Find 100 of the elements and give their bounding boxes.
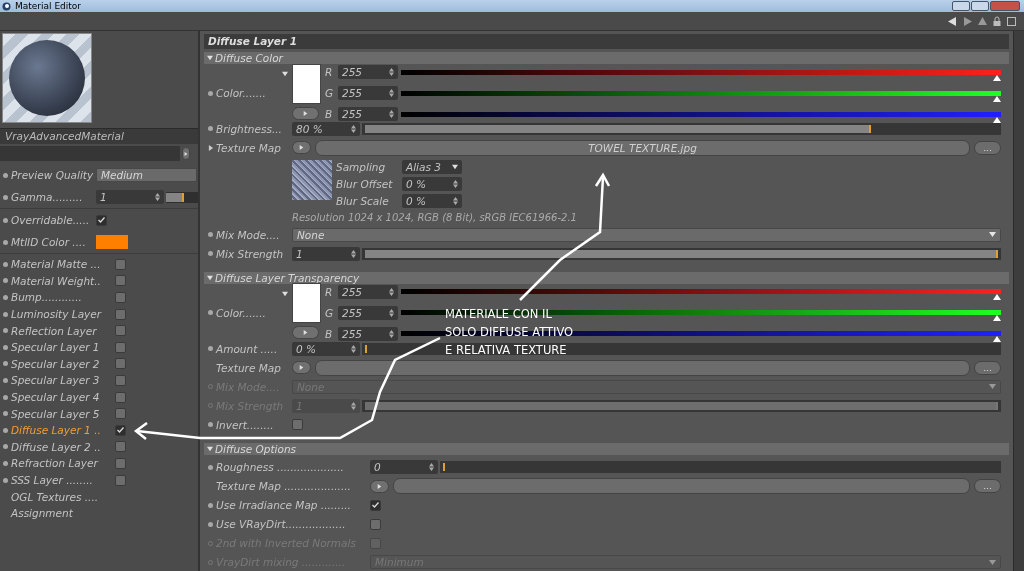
play-arrow-icon: [377, 483, 382, 489]
texture-file-field[interactable]: [393, 478, 970, 494]
channel-item[interactable]: Diffuse Layer 2 ..: [11, 440, 115, 453]
checkbox[interactable]: [115, 424, 126, 436]
play-arrow-icon: [303, 330, 308, 336]
param-label: Gamma.........: [11, 191, 84, 203]
color-slider[interactable]: [401, 90, 1001, 102]
channel-item[interactable]: Material Matte ...: [11, 258, 115, 271]
section-header[interactable]: Diffuse Layer Transparency: [204, 271, 1009, 285]
browse-button[interactable]: ...: [974, 140, 1001, 155]
checkbox[interactable]: [115, 374, 126, 386]
color-slider[interactable]: [401, 310, 1001, 322]
number-field[interactable]: 80 %: [292, 121, 360, 136]
number-field[interactable]: 255: [338, 86, 398, 101]
number-field[interactable]: 255: [338, 284, 398, 299]
expand-button[interactable]: [292, 326, 319, 340]
browse-button[interactable]: ...: [974, 479, 1001, 493]
color-swatch[interactable]: [292, 63, 321, 104]
channel-item[interactable]: Refraction Layer: [11, 457, 115, 470]
number-field[interactable]: 0 %: [402, 176, 462, 191]
texture-file-field[interactable]: [315, 359, 970, 376]
checkbox[interactable]: [115, 275, 126, 287]
slider-track[interactable]: [362, 342, 1001, 355]
browse-button[interactable]: ...: [974, 360, 1001, 375]
checkbox[interactable]: [115, 474, 126, 486]
slider-track[interactable]: [440, 461, 1001, 473]
color-swatch[interactable]: [292, 283, 321, 324]
window-icon[interactable]: [1007, 16, 1016, 26]
checkbox[interactable]: [292, 419, 303, 431]
slider-track[interactable]: [166, 191, 198, 203]
number-field[interactable]: 255: [338, 107, 398, 122]
channel-item[interactable]: Specular Layer 4: [11, 391, 115, 404]
slider-thumb[interactable]: [993, 74, 1001, 81]
color-swatch[interactable]: [96, 235, 128, 249]
dropdown-field[interactable]: Alias 3: [402, 159, 462, 174]
checkbox[interactable]: [115, 391, 126, 403]
dropdown-field[interactable]: Medium: [96, 168, 197, 182]
forward-arrow-icon[interactable]: [963, 16, 972, 26]
collapse-arrow-icon: [207, 445, 213, 452]
checkbox[interactable]: [115, 341, 126, 353]
section-header[interactable]: Diffuse Options: [204, 442, 1009, 455]
channel-item[interactable]: Luminosity Layer: [11, 308, 115, 321]
number-field[interactable]: 255: [338, 65, 398, 80]
channel-item[interactable]: Bump............: [11, 291, 115, 304]
bullet-icon: [3, 328, 8, 334]
checkbox[interactable]: [115, 325, 126, 337]
texture-menu-button[interactable]: [292, 141, 311, 155]
checkbox[interactable]: [115, 408, 126, 420]
bullet-icon: [3, 217, 8, 223]
number-field[interactable]: 1: [292, 246, 360, 261]
checkbox[interactable]: [115, 457, 126, 469]
slider-thumb[interactable]: [993, 95, 1001, 102]
channel-letter: G: [325, 87, 335, 100]
lock-icon[interactable]: [993, 16, 1001, 26]
expand-button[interactable]: [182, 147, 190, 160]
channel-item[interactable]: OGL Textures ....: [11, 490, 115, 503]
spinner-arrows-icon: [429, 463, 434, 471]
channel-item[interactable]: Assignment: [11, 507, 115, 520]
back-arrow-icon[interactable]: [948, 16, 957, 26]
section-header[interactable]: Diffuse Color: [204, 52, 1009, 65]
dropdown-field[interactable]: None: [292, 227, 1001, 242]
channel-item[interactable]: Diffuse Layer 1 ..: [11, 424, 115, 437]
minimize-button[interactable]: [952, 1, 970, 11]
number-field[interactable]: 1: [96, 190, 164, 204]
checkbox[interactable]: [115, 441, 126, 453]
slider-thumb[interactable]: [993, 294, 1001, 301]
param-label: Amount .....: [216, 342, 279, 355]
up-arrow-icon[interactable]: [978, 16, 987, 26]
material-name-field[interactable]: VrayAdvancedMaterial: [0, 128, 198, 144]
texture-menu-button[interactable]: [292, 361, 311, 375]
color-slider[interactable]: [401, 69, 1001, 81]
number-field[interactable]: 0 %: [402, 193, 462, 208]
channel-item[interactable]: Specular Layer 5: [11, 407, 115, 420]
texture-menu-button[interactable]: [370, 479, 389, 493]
maximize-button[interactable]: [971, 1, 989, 11]
number-field[interactable]: 255: [338, 326, 398, 341]
number-field[interactable]: 255: [338, 305, 398, 320]
expand-button[interactable]: [292, 106, 319, 120]
checkbox[interactable]: [370, 499, 381, 511]
spinner-arrows-icon: [389, 308, 394, 317]
texture-file-field[interactable]: TOWEL TEXTURE.jpg: [315, 139, 970, 156]
checkbox[interactable]: [115, 292, 126, 303]
checkbox[interactable]: [115, 308, 126, 320]
channel-item[interactable]: Specular Layer 3: [11, 374, 115, 387]
checkbox[interactable]: [96, 214, 107, 226]
color-slider[interactable]: [401, 289, 1001, 301]
number-field[interactable]: 0: [370, 460, 438, 474]
color-slider[interactable]: [401, 111, 1001, 123]
checkbox[interactable]: [115, 358, 126, 370]
checkbox[interactable]: [115, 258, 126, 270]
channel-item[interactable]: Reflection Layer: [11, 324, 115, 337]
spinner-arrows-icon: [351, 124, 356, 133]
channel-item[interactable]: Specular Layer 1: [11, 341, 115, 354]
channel-item[interactable]: SSS Layer ........: [11, 474, 115, 486]
channel-item[interactable]: Specular Layer 2: [11, 357, 115, 370]
slider-thumb[interactable]: [993, 315, 1001, 322]
channel-item[interactable]: Material Weight..: [11, 274, 115, 287]
checkbox[interactable]: [370, 518, 381, 530]
scrollbar[interactable]: [1013, 31, 1024, 571]
number-field[interactable]: 0 %: [292, 341, 360, 356]
